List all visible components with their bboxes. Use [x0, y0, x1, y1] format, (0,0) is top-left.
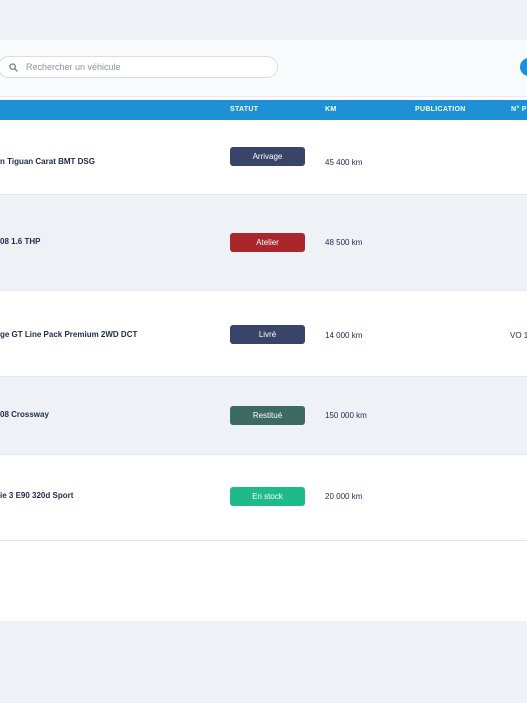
status-badge: Atelier [230, 233, 305, 252]
toolbar [0, 40, 527, 97]
search-icon [9, 62, 18, 72]
mileage: 20 000 km [325, 492, 363, 501]
status-badge: Arrivage [230, 147, 305, 166]
mileage: 14 000 km [325, 331, 363, 340]
reference-number: VO 1 [510, 331, 527, 340]
column-header-publication[interactable]: PUBLICATION [415, 100, 466, 120]
table-row[interactable]: ge GT Line Pack Premium 2WD DCT Livré 14 0… [0, 291, 527, 377]
mileage: 150 000 km [325, 411, 367, 420]
vehicle-name[interactable]: ge GT Line Pack Premium 2WD DCT [0, 330, 137, 339]
table-header: STATUT KM PUBLICATION N° P [0, 100, 527, 120]
column-header-km[interactable]: KM [325, 100, 337, 120]
status-badge: Livré [230, 325, 305, 344]
vehicle-name[interactable]: n Tiguan Carat BMT DSG [0, 157, 95, 166]
vehicle-name[interactable]: 08 Crossway [0, 410, 49, 419]
vehicle-name[interactable]: 08 1.6 THP [0, 237, 40, 246]
vehicle-list-panel: STATUT KM PUBLICATION N° P n Tiguan Cara… [0, 40, 527, 621]
table-row[interactable]: 08 Crossway Restitué 150 000 km [0, 377, 527, 455]
empty-table-area [0, 541, 527, 621]
status-badge: Restitué [230, 406, 305, 425]
status-badge: En stock [230, 487, 305, 506]
search-bar[interactable] [0, 56, 278, 78]
mileage: 48 500 km [325, 238, 363, 247]
search-input[interactable] [26, 62, 256, 72]
column-header-ref[interactable]: N° P [511, 100, 527, 120]
vehicle-name[interactable]: ie 3 E90 320d Sport [0, 491, 73, 500]
action-button[interactable] [520, 58, 527, 76]
mileage: 45 400 km [325, 158, 363, 167]
table-row[interactable]: 08 1.6 THP Atelier 48 500 km [0, 195, 527, 291]
column-header-status[interactable]: STATUT [230, 100, 258, 120]
table-row[interactable]: ie 3 E90 320d Sport En stock 20 000 km [0, 455, 527, 541]
table-row[interactable]: n Tiguan Carat BMT DSG Arrivage 45 400 km [0, 120, 527, 195]
